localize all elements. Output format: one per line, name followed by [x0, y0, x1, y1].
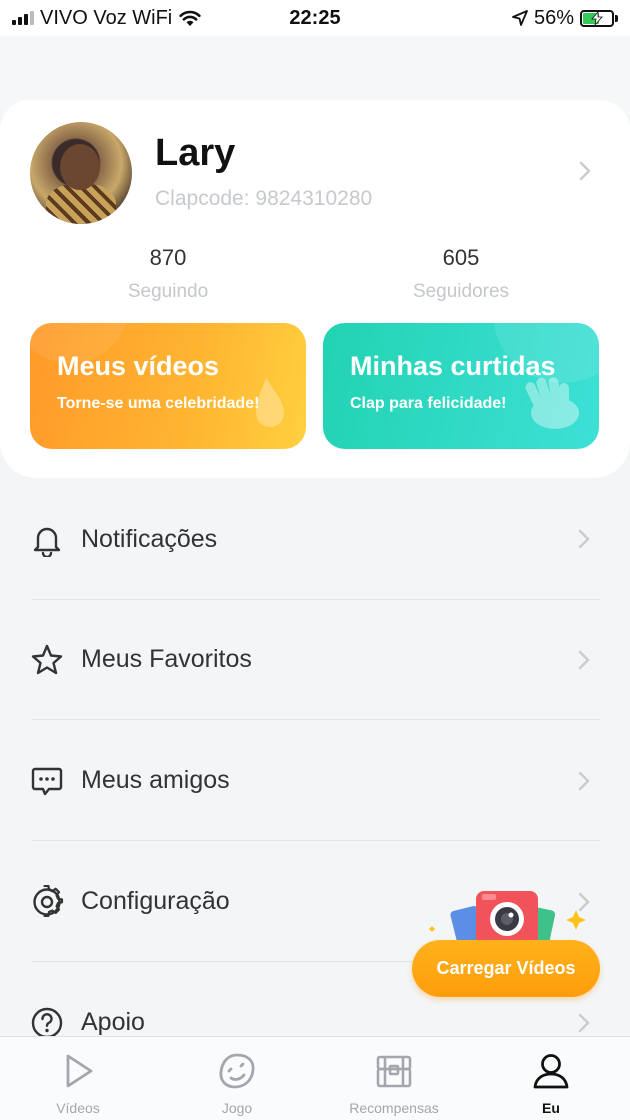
gear-icon: [33, 885, 64, 918]
menu-item-friends[interactable]: Meus amigos: [0, 720, 630, 841]
nav-tab-rewards[interactable]: Recompensas: [334, 1037, 454, 1120]
menu-label-favorites: Meus Favoritos: [81, 645, 252, 673]
treasure-chest-icon: [376, 1055, 412, 1088]
battery-icon: [580, 9, 618, 27]
camera-icon: [429, 891, 586, 948]
profile-name: Lary: [155, 132, 236, 174]
nav-tab-me[interactable]: Eu: [491, 1037, 611, 1120]
person-icon: [533, 1054, 569, 1089]
my-likes-card[interactable]: Minhas curtidas Clap para felicidade!: [323, 323, 599, 449]
my-likes-subtitle: Clap para felicidade!: [350, 395, 507, 412]
profile-card: Lary Clapcode: 9824310280 870 Seguindo 6…: [0, 100, 630, 478]
carrier-label: VIVO Voz WiFi: [40, 6, 173, 29]
chevron-right-icon: [578, 1013, 590, 1033]
wifi-icon: [179, 10, 201, 26]
bottom-nav: Vídeos Jogo Recompensas Eu: [0, 1036, 630, 1120]
status-right: 56%: [512, 7, 618, 30]
nav-label-me: Eu: [542, 1100, 560, 1116]
clap-hand-icon: [493, 323, 599, 429]
location-arrow-icon: [512, 10, 528, 26]
upload-videos-button[interactable]: Carregar Vídeos: [412, 940, 600, 997]
status-left: VIVO Voz WiFi: [12, 7, 202, 30]
nav-tab-videos[interactable]: Vídeos: [18, 1037, 138, 1120]
battery-percent: 56%: [533, 6, 574, 29]
followers-label: Seguidores: [412, 281, 510, 302]
signal-icon: [12, 11, 34, 25]
menu-label-settings: Configuração: [81, 887, 230, 915]
menu-item-favorites[interactable]: Meus Favoritos: [0, 599, 630, 720]
chevron-right-icon: [578, 650, 590, 670]
menu-label-support: Apoio: [81, 1008, 145, 1036]
my-videos-title: Meus vídeos: [57, 351, 220, 381]
chat-icon: [31, 767, 63, 796]
menu-label-friends: Meus amigos: [81, 766, 230, 794]
following-stat[interactable]: 870 Seguindo: [68, 245, 268, 303]
following-count: 870: [149, 245, 187, 270]
orange-card-decoration: [30, 323, 284, 427]
menu-label-notifications: Notificações: [81, 525, 218, 553]
chevron-right-icon: [578, 771, 590, 791]
nav-tab-game[interactable]: Jogo: [177, 1037, 297, 1120]
play-icon: [66, 1054, 93, 1088]
nav-label-rewards: Recompensas: [349, 1100, 439, 1116]
my-videos-card[interactable]: Meus vídeos Torne-se uma celebridade!: [30, 323, 306, 449]
clapcode: Clapcode: 9824310280: [155, 187, 373, 210]
game-icon: [219, 1053, 255, 1089]
profile-chevron-icon[interactable]: [574, 160, 596, 182]
help-icon: [31, 1007, 63, 1039]
nav-label-game: Jogo: [221, 1100, 253, 1116]
status-bar: VIVO Voz WiFi 22:25 56%: [0, 0, 630, 36]
avatar[interactable]: [30, 122, 132, 224]
upload-video-widget[interactable]: Carregar Vídeos: [412, 888, 602, 1000]
nav-label-videos: Vídeos: [56, 1100, 100, 1116]
following-label: Seguindo: [127, 281, 209, 302]
bell-icon: [33, 527, 61, 557]
my-videos-subtitle: Torne-se uma celebridade!: [57, 395, 260, 412]
star-icon: [31, 644, 63, 675]
chevron-right-icon: [578, 529, 590, 549]
followers-stat[interactable]: 605 Seguidores: [361, 245, 561, 303]
menu-item-notifications[interactable]: Notificações: [0, 478, 630, 599]
my-likes-title: Minhas curtidas: [350, 351, 556, 381]
followers-count: 605: [442, 245, 480, 270]
